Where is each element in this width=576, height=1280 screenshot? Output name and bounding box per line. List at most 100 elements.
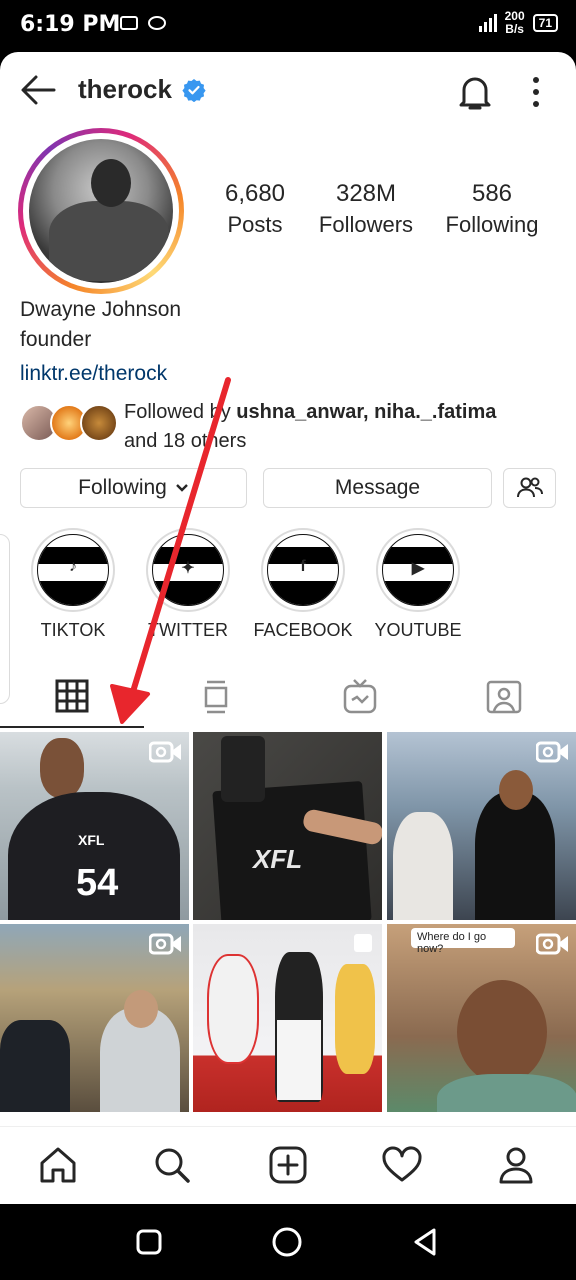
nav-search[interactable] (150, 1143, 194, 1187)
chevron-down-icon (176, 484, 188, 492)
twitter-icon: ✦ (181, 560, 195, 577)
video-camera-icon (149, 933, 181, 955)
home-button[interactable] (271, 1226, 303, 1258)
feed-icon (204, 680, 228, 714)
nav-create[interactable] (266, 1143, 310, 1187)
highlight-label: TWITTER (148, 620, 228, 640)
status-right: 200 B/s 71 (478, 10, 558, 36)
stat-followers[interactable]: 328M Followers (308, 180, 424, 238)
posts-count: 6,680 (224, 180, 286, 207)
mutual-usernames: ushna_anwar, niha._.fatima (236, 401, 497, 423)
youtube-icon: ▶ (411, 560, 425, 577)
signal-icon (478, 14, 497, 32)
profile-icon (499, 1147, 533, 1184)
instagram-profile-screen: therock 6,680 Posts 328M Followers 586 F… (0, 52, 576, 1204)
more-options-button[interactable] (524, 76, 548, 108)
profile-tabs (0, 664, 576, 728)
story-highlights: ♪ TIKTOK ✦ TWITTER f FACEBOOK ▶ YOUTUBE (0, 528, 576, 704)
jersey-number: 54 (76, 862, 119, 904)
tab-tagged[interactable] (432, 664, 576, 728)
home-circle-icon (272, 1227, 302, 1257)
nav-home[interactable] (36, 1143, 80, 1187)
system-navigation-bar (0, 1204, 576, 1280)
stat-following[interactable]: 586 Following (436, 180, 548, 238)
profile-header: therock (0, 52, 576, 128)
more-vertical-icon (533, 77, 539, 107)
notifications-button[interactable] (456, 72, 494, 112)
following-button[interactable]: Following (20, 468, 247, 508)
posts-label: Posts (227, 212, 283, 237)
post-thumbnail[interactable] (0, 924, 189, 1112)
bell-icon (459, 77, 491, 110)
active-tab-indicator (0, 726, 144, 728)
story-caption: Where do I go now? (411, 928, 515, 955)
heart-icon (382, 1146, 422, 1182)
following-button-label: Following (78, 476, 167, 499)
notification-icons (120, 16, 166, 30)
tab-feed[interactable] (144, 664, 288, 728)
xfl-logo-text: XFL (78, 832, 105, 848)
post-thumbnail[interactable]: XFL (193, 732, 382, 920)
network-speed-unit: B/s (505, 22, 524, 36)
recents-icon (136, 1229, 162, 1255)
followers-count: 328M (335, 180, 397, 207)
app-notification-icon (148, 16, 166, 30)
multiple-posts-icon (354, 934, 372, 952)
tab-igtv[interactable] (288, 664, 432, 728)
tab-posts-grid[interactable] (0, 664, 144, 728)
tiktok-icon: ♪ (69, 558, 77, 575)
followed-by-text: Followed by ushna_anwar, niha._.fatima a… (124, 401, 497, 452)
username: therock (78, 74, 172, 104)
suggested-people-button[interactable] (503, 468, 556, 508)
following-label: Following (445, 212, 539, 237)
profile-avatar[interactable] (18, 128, 184, 294)
status-time: 6:19 PM (20, 12, 121, 37)
highlight-tiktok[interactable]: ♪ TIKTOK (21, 528, 125, 641)
message-button[interactable]: Message (263, 468, 492, 508)
grid-icon (55, 679, 89, 713)
avatar-photo (29, 139, 173, 283)
message-button-label: Message (334, 476, 421, 499)
recents-button[interactable] (133, 1226, 165, 1258)
video-camera-icon (536, 741, 568, 763)
message-icon (120, 16, 138, 30)
highlight-label: YOUTUBE (374, 620, 462, 640)
profile-link[interactable]: linktr.ee/therock (20, 362, 181, 386)
posts-grid: 54 XFL XFL Where do I go now? (0, 732, 576, 1122)
username-row: therock (78, 74, 206, 105)
facebook-icon: f (300, 558, 306, 575)
igtv-icon (343, 679, 377, 714)
stat-posts[interactable]: 6,680 Posts (206, 180, 304, 238)
verified-badge-icon (182, 78, 206, 102)
highlight-facebook[interactable]: f FACEBOOK (251, 528, 355, 641)
followers-label: Followers (318, 212, 414, 237)
xfl-logo-text: XFL (253, 844, 303, 874)
mutual-avatars (20, 404, 120, 444)
battery-indicator: 71 (532, 14, 558, 32)
profile-name: Dwayne Johnson (20, 298, 182, 321)
highlight-youtube[interactable]: ▶ YOUTUBE (366, 528, 470, 641)
post-thumbnail[interactable] (387, 732, 576, 920)
video-camera-icon (149, 741, 181, 763)
highlight-twitter[interactable]: ✦ TWITTER (136, 528, 240, 641)
following-count: 586 (471, 180, 513, 207)
highlight-label: TIKTOK (40, 620, 106, 640)
post-thumbnail[interactable]: 54 XFL (0, 732, 189, 920)
profile-category: founder (20, 328, 92, 351)
add-post-icon (269, 1146, 307, 1184)
post-thumbnail[interactable] (193, 924, 382, 1112)
bottom-navigation (0, 1126, 576, 1204)
back-triangle-icon (414, 1228, 436, 1256)
back-button[interactable] (18, 72, 58, 108)
profile-bio: Dwayne Johnson founder linktr.ee/therock (20, 298, 181, 386)
post-thumbnail[interactable]: Where do I go now? (387, 924, 576, 1112)
tagged-icon (486, 680, 522, 714)
system-back-button[interactable] (410, 1226, 442, 1258)
status-bar: 6:19 PM 200 B/s 71 (0, 0, 576, 52)
nav-profile[interactable] (494, 1143, 538, 1187)
add-people-icon (516, 477, 543, 498)
video-camera-icon (536, 933, 568, 955)
search-icon (155, 1148, 190, 1183)
home-icon (40, 1147, 76, 1183)
nav-activity[interactable] (380, 1143, 424, 1187)
